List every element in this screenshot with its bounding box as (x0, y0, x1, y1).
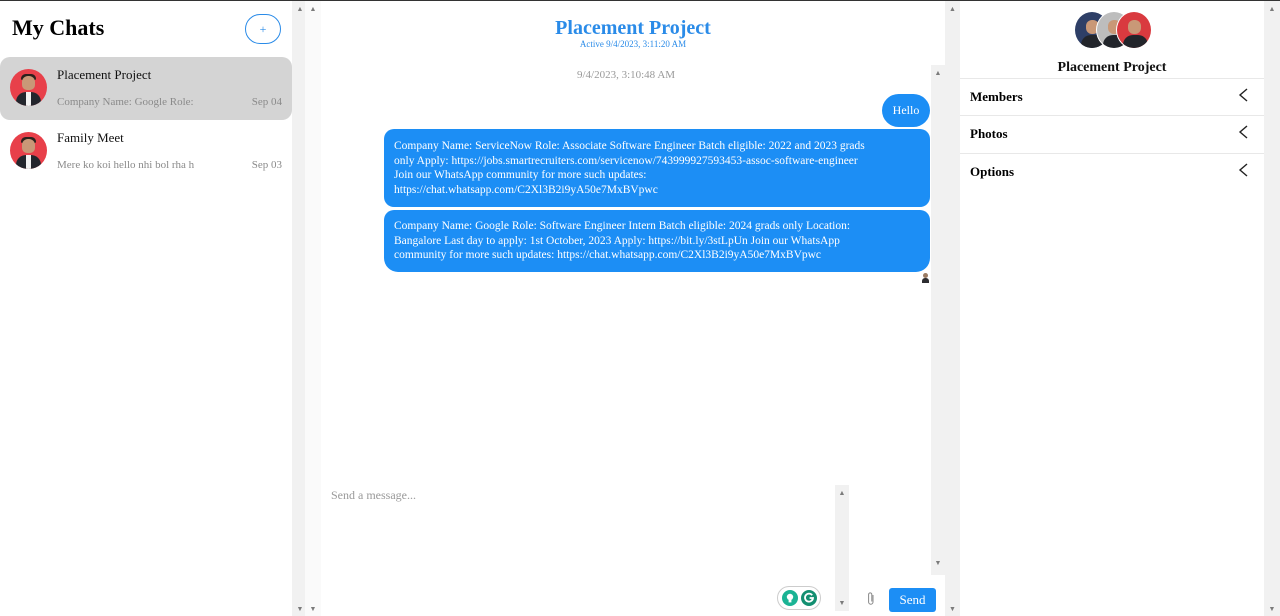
scroll-up-arrow-icon[interactable]: ▲ (305, 3, 321, 15)
message-line: Join our WhatsApp community for more suc… (394, 169, 647, 182)
section-members[interactable]: Members (960, 78, 1264, 115)
read-receipt-avatar (921, 273, 930, 283)
chat-preview: Company Name: Google Role: (57, 96, 194, 108)
conversation-scrollbar[interactable]: ▲ ▼ (945, 1, 960, 616)
message-composer[interactable] (327, 485, 835, 611)
lightbulb-icon[interactable] (782, 590, 798, 606)
messages-scrollbar[interactable]: ▲ ▼ (931, 65, 945, 575)
message-bubble: Company Name: Google Role: Software Engi… (384, 210, 930, 272)
scroll-down-arrow-icon[interactable]: ▼ (1264, 603, 1280, 615)
section-label: Photos (970, 126, 1008, 141)
section-photos[interactable]: Photos (960, 115, 1264, 152)
message-line: Company Name: Google Role: Software Engi… (394, 220, 851, 232)
attachment-icon[interactable] (865, 591, 877, 607)
message-line: Bangalore Last day to apply: 1st October… (394, 234, 840, 247)
chat-list-title: My Chats (12, 15, 105, 40)
group-avatar (1074, 11, 1154, 49)
chat-item-family-meet[interactable]: Family Meet Mere ko koi hello nhi bol rh… (0, 120, 292, 183)
message-line: Company Name: ServiceNow Role: Associate… (394, 140, 865, 152)
message-bubble: Hello (882, 94, 930, 127)
message-line: https://chat.whatsapp.com/C2Xl3B2i9yA50e… (394, 183, 658, 196)
chat-item-placement-project[interactable]: Placement Project Company Name: Google R… (0, 57, 292, 120)
scroll-up-arrow-icon[interactable]: ▲ (835, 487, 849, 499)
scroll-down-arrow-icon[interactable]: ▼ (835, 597, 849, 609)
details-scrollbar[interactable]: ▲ ▼ (1264, 1, 1280, 616)
conversation-panel: Placement Project Active 9/4/2023, 3:11:… (321, 1, 945, 616)
scroll-up-arrow-icon[interactable]: ▲ (945, 3, 960, 15)
scroll-down-arrow-icon[interactable]: ▼ (931, 557, 945, 569)
scroll-up-arrow-icon[interactable]: ▲ (1264, 3, 1280, 15)
chat-list-panel: My Chats + Placement Project Company Nam… (0, 1, 292, 616)
chevron-left-icon[interactable] (1236, 87, 1250, 103)
conversation-title: Placement Project (555, 17, 711, 39)
grammarly-icon[interactable] (801, 590, 817, 606)
scroll-down-arrow-icon[interactable]: ▼ (945, 603, 960, 615)
new-chat-button[interactable]: + (245, 14, 281, 44)
composer-scrollbar[interactable]: ▲ ▼ (835, 485, 849, 611)
send-button[interactable]: Send (889, 588, 936, 612)
chevron-left-icon[interactable] (1236, 162, 1250, 178)
page-scrollbar[interactable]: ▲ ▼ (305, 1, 321, 616)
conversation-status: Active 9/4/2023, 3:11:20 AM (579, 39, 687, 49)
message-bubble: Company Name: ServiceNow Role: Associate… (384, 129, 930, 207)
scroll-up-arrow-icon[interactable]: ▲ (931, 67, 945, 79)
chat-preview: Mere ko koi hello nhi bol rha h (57, 159, 195, 171)
section-label: Options (970, 164, 1015, 179)
chat-name: Family Meet (57, 130, 124, 145)
message-line: only Apply: https://jobs.smartrecruiters… (394, 154, 858, 167)
grammar-assistant-widget[interactable] (777, 586, 821, 610)
message-date-divider: 9/4/2023, 3:10:48 AM (576, 69, 676, 81)
scroll-down-arrow-icon[interactable]: ▼ (305, 603, 321, 615)
message-input[interactable] (327, 485, 835, 611)
chat-date: Sep 04 (251, 96, 282, 108)
group-name: Placement Project (1057, 60, 1167, 75)
chat-name: Placement Project (57, 67, 152, 82)
section-label: Members (970, 89, 1023, 104)
avatar (10, 132, 47, 169)
details-panel: Placement Project Members Photos Options (960, 1, 1264, 616)
chevron-left-icon[interactable] (1236, 124, 1250, 140)
section-options[interactable]: Options (960, 153, 1264, 190)
avatar (10, 69, 47, 106)
chat-date: Sep 03 (251, 159, 282, 171)
message-line: community for more such updates: https:/… (394, 249, 822, 262)
